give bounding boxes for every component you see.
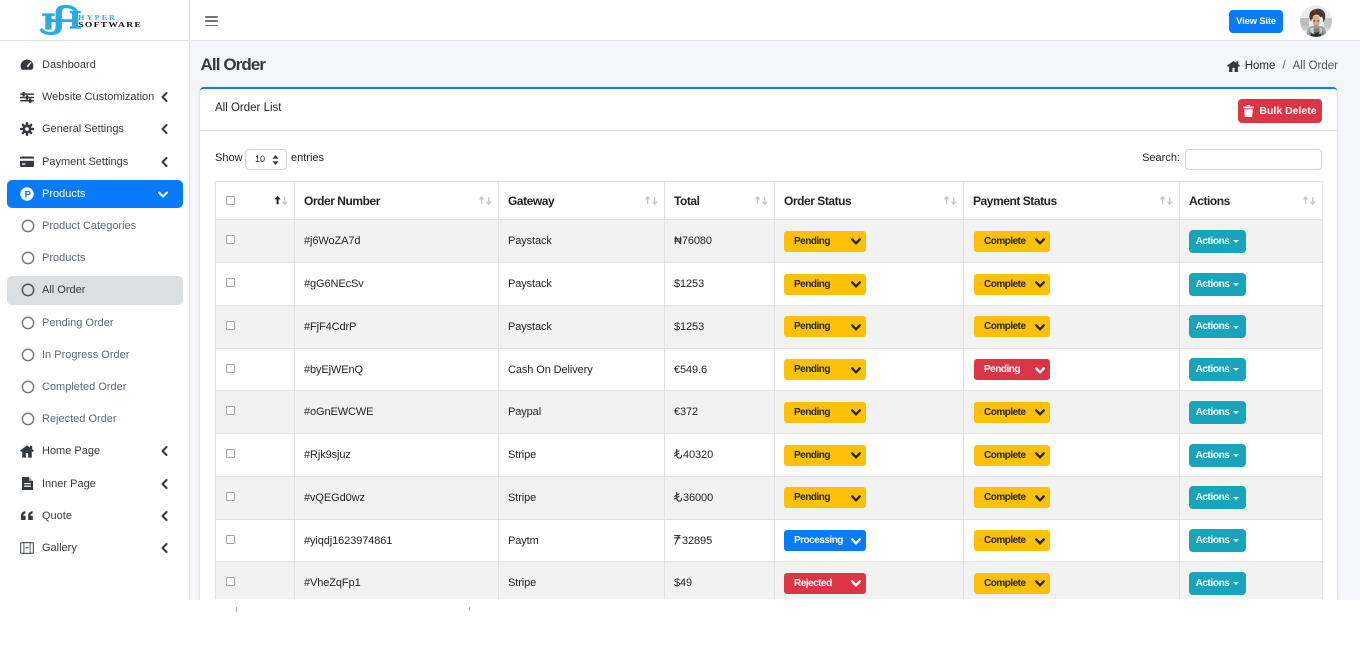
svg-text:SOFTWARE: SOFTWARE [78, 20, 142, 29]
svg-text:P: P [25, 189, 32, 200]
